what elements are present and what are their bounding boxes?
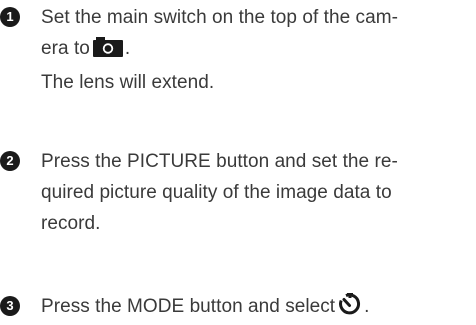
step-3-text: Press the MODE button and select. [41,291,473,325]
step-1-text: Set the main switch on the top of the ca… [41,2,473,98]
camera-icon [92,36,123,67]
self-timer-icon [338,293,362,325]
step-1-line-2: era to. [41,33,473,67]
step-3-line-1: Press the MODE button and select. [41,291,473,325]
step-2-line-1: Press the PICTURE button and set the re- [41,151,398,172]
step-1-line-1: Set the main switch on the top of the ca… [41,7,398,28]
step-1-note: The lens will extend. [41,72,215,93]
step-number-1: 1 [0,7,20,27]
step-number-3: 3 [0,296,20,316]
step-1-line-2-suffix: . [124,38,131,59]
step-2-line-2: quired picture quality of the image data… [41,182,392,203]
step-1-line-2-prefix: era to [41,38,90,59]
step-3-line-1-suffix: . [364,296,370,317]
step-2-line-3: record. [41,213,101,234]
step-2-text: Press the PICTURE button and set the re-… [41,146,473,239]
step-number-2: 2 [0,151,20,171]
step-3-line-1-prefix: Press the MODE button and select [41,296,336,317]
